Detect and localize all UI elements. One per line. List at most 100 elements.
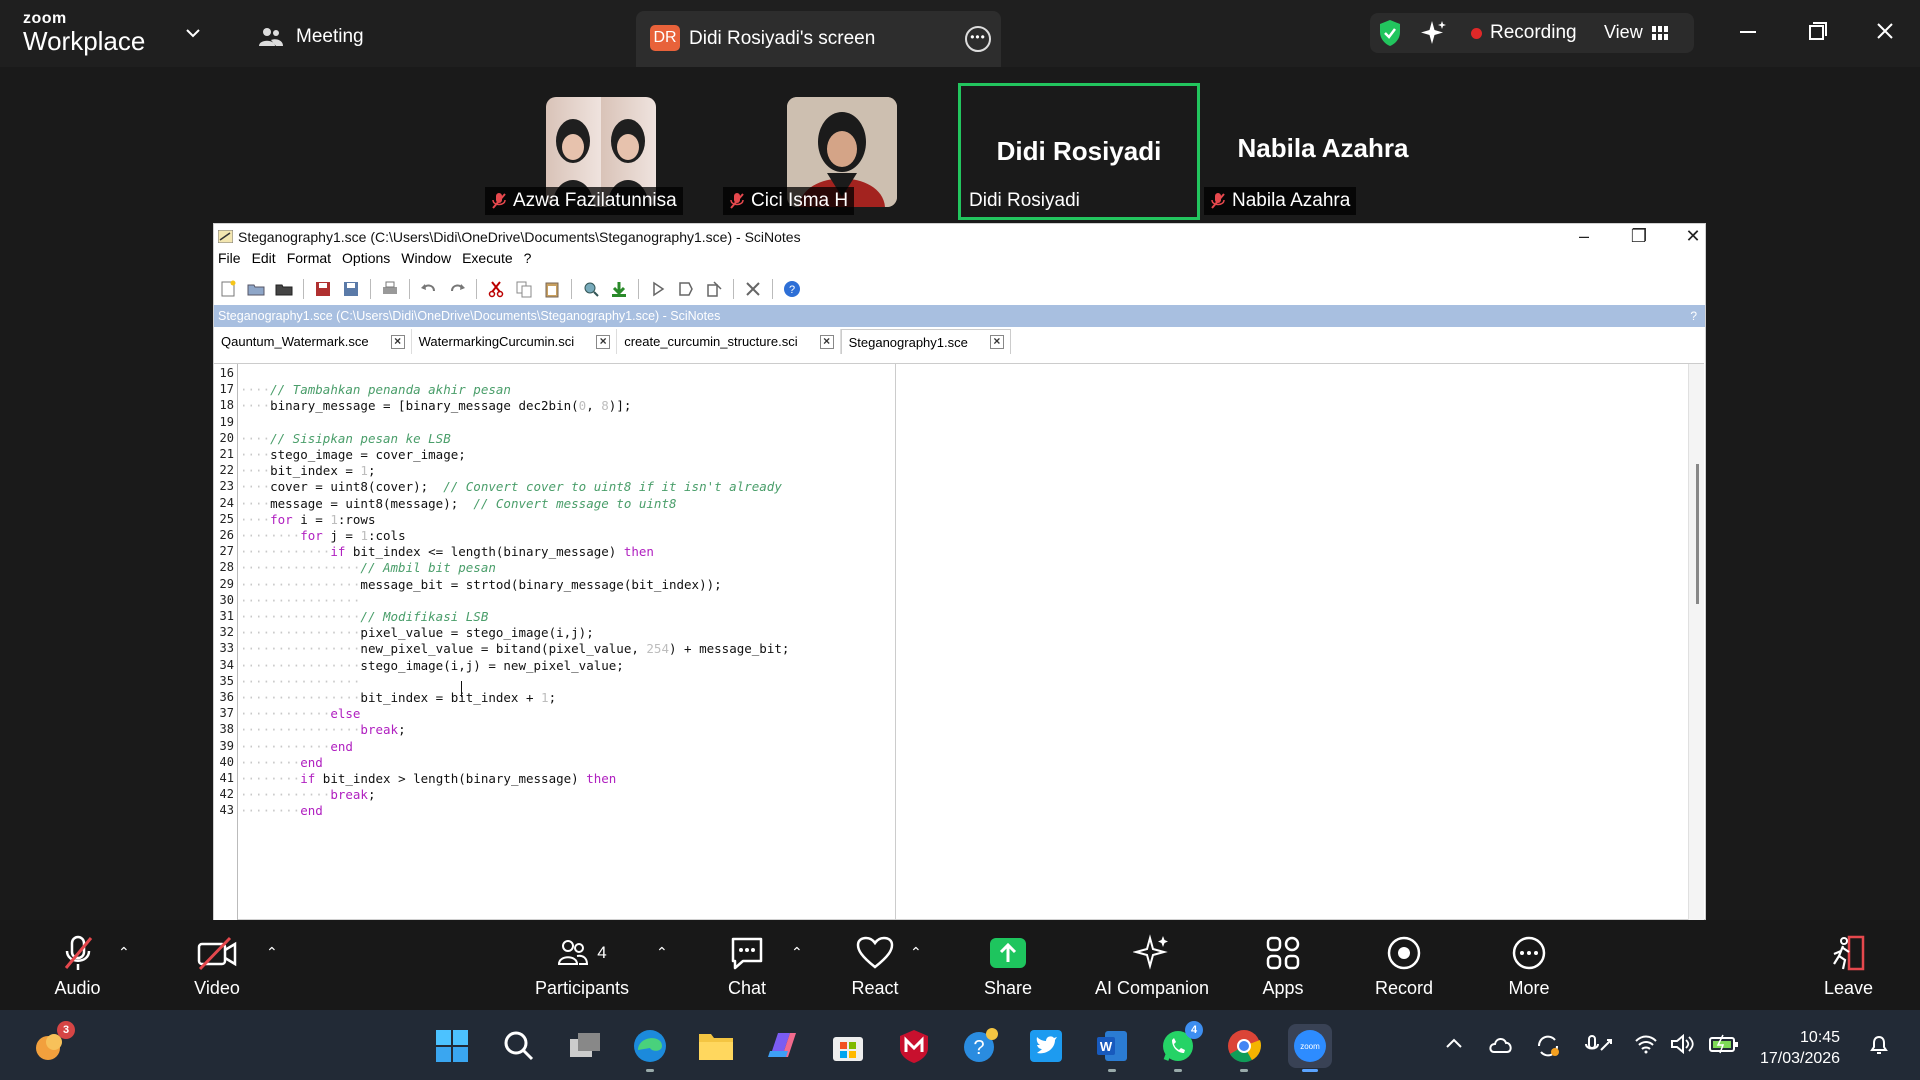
open-folder-icon[interactable] <box>273 279 295 299</box>
file-tab[interactable]: WatermarkingCurcumin.sci × <box>412 329 618 354</box>
sync-icon[interactable] <box>1535 1034 1561 1058</box>
meeting-button[interactable]: Meeting <box>258 26 364 48</box>
run-step-icon[interactable] <box>675 279 697 299</box>
onedrive-icon[interactable] <box>1488 1034 1514 1056</box>
apps-button[interactable]: Apps <box>1261 934 1305 999</box>
system-clock[interactable]: 10:45 17/03/2026 <box>1760 1027 1840 1069</box>
task-view-icon[interactable] <box>563 1024 607 1068</box>
file-explorer-icon[interactable] <box>694 1024 738 1068</box>
code-editor[interactable]: 16 17 18 19 20 21 22 23 24 25 26 27 28 29 30 31 32 33 34 35… <box>214 363 1704 920</box>
code-line[interactable]: ················ <box>240 593 360 608</box>
menu-help[interactable]: ? <box>524 250 532 270</box>
close-tab-icon[interactable]: × <box>390 334 405 349</box>
microphone-in-use-icon[interactable] <box>1585 1034 1613 1056</box>
code-line[interactable]: ············break; <box>240 787 375 802</box>
edge-browser-icon[interactable] <box>628 1024 672 1072</box>
scinotes-restore-icon[interactable]: ❐ <box>1614 224 1664 250</box>
code-line[interactable]: ················pixel_value = stego_imag… <box>240 625 594 640</box>
video-button[interactable]: Video <box>190 934 244 999</box>
code-line[interactable]: ····binary_message = [binary_message dec… <box>240 398 631 413</box>
code-line[interactable]: ········end <box>240 803 323 818</box>
code-line[interactable]: ················ <box>240 674 360 689</box>
scinotes-close-icon[interactable]: ✕ <box>1668 224 1718 250</box>
redo-icon[interactable] <box>446 279 468 299</box>
recording-indicator[interactable]: Recording <box>1471 22 1577 44</box>
copy-icon[interactable] <box>513 279 535 299</box>
code-line[interactable]: ············else <box>240 706 360 721</box>
chevron-up-icon[interactable]: ⌃ <box>118 944 130 961</box>
menu-execute[interactable]: Execute <box>462 250 513 270</box>
volume-icon[interactable] <box>1670 1034 1694 1054</box>
code-line[interactable]: ················break; <box>240 722 406 737</box>
file-tab[interactable]: create_curcumin_structure.sci × <box>617 329 841 354</box>
code-line[interactable]: ················new_pixel_value = bitand… <box>240 641 789 656</box>
chrome-icon[interactable] <box>1222 1024 1266 1072</box>
save-as-icon[interactable] <box>340 279 362 299</box>
menu-window[interactable]: Window <box>401 250 451 270</box>
code-line[interactable]: ················message_bit = strtod(bin… <box>240 577 722 592</box>
undo-icon[interactable] <box>418 279 440 299</box>
chevron-up-icon[interactable] <box>1444 1034 1464 1054</box>
weather-widget-icon[interactable]: 3 <box>28 1021 75 1068</box>
new-file-icon[interactable] <box>217 279 239 299</box>
copilot-icon[interactable] <box>760 1024 804 1068</box>
code-line[interactable]: ············end <box>240 739 353 754</box>
wifi-icon[interactable] <box>1634 1034 1658 1054</box>
cut-icon[interactable] <box>485 279 507 299</box>
code-line[interactable]: ········end <box>240 755 323 770</box>
battery-charging-icon[interactable] <box>1708 1034 1740 1054</box>
debug-icon[interactable] <box>703 279 725 299</box>
find-replace-icon[interactable] <box>580 279 602 299</box>
scrollbar-thumb[interactable] <box>1696 464 1699 604</box>
menu-edit[interactable]: Edit <box>252 250 276 270</box>
microsoft-store-icon[interactable] <box>826 1024 870 1068</box>
open-file-icon[interactable] <box>245 279 267 299</box>
chevron-down-icon[interactable] <box>183 26 203 40</box>
run-icon[interactable] <box>647 279 669 299</box>
execute-download-icon[interactable] <box>608 279 630 299</box>
menu-options[interactable]: Options <box>342 250 390 270</box>
start-windows-icon[interactable] <box>430 1024 474 1068</box>
file-tab[interactable]: Qauntum_Watermark.sce × <box>214 329 412 354</box>
search-icon[interactable] <box>497 1024 541 1068</box>
code-line[interactable]: ····for i = 1:rows <box>240 512 376 527</box>
scinotes-minimize-icon[interactable]: – <box>1559 224 1609 250</box>
view-button[interactable]: View <box>1604 22 1669 43</box>
close-tab-icon[interactable]: × <box>596 334 611 349</box>
code-line[interactable]: ········if bit_index > length(binary_mes… <box>240 771 616 786</box>
paste-icon[interactable] <box>541 279 563 299</box>
ai-sparkle-icon[interactable] <box>1420 19 1448 47</box>
close-tab-icon[interactable]: × <box>819 334 834 349</box>
code-line[interactable]: ················// Modifikasi LSB <box>240 609 488 624</box>
get-help-icon[interactable]: ? <box>958 1024 1002 1068</box>
code-line[interactable]: ····cover = uint8(cover); // Convert cov… <box>240 479 782 494</box>
active-speaker-tile[interactable]: Didi Rosiyadi Didi Rosiyadi <box>958 83 1200 220</box>
ai-companion-button[interactable]: AI Companion <box>1093 934 1211 999</box>
close-tab-icon[interactable]: × <box>989 335 1004 349</box>
participant-tile[interactable]: Nabila Azahra Nabila Azahra <box>1202 97 1444 218</box>
code-line[interactable]: ············if bit_index <= length(binar… <box>240 544 654 559</box>
close-icon[interactable] <box>1868 18 1902 46</box>
code-line[interactable]: ····// Sisipkan pesan ke LSB <box>240 431 451 446</box>
notification-bell-icon[interactable] <box>1868 1034 1890 1056</box>
more-button[interactable]: More <box>1504 934 1554 999</box>
share-button[interactable]: Share <box>983 934 1033 999</box>
whatsapp-icon[interactable]: 4 <box>1156 1021 1203 1072</box>
twitter-icon[interactable] <box>1024 1024 1068 1068</box>
record-button[interactable]: Record <box>1375 934 1433 999</box>
react-button[interactable]: React <box>851 934 899 999</box>
zoom-taskbar-icon[interactable]: zoom <box>1288 1024 1332 1072</box>
audio-button[interactable]: Audio <box>45 934 110 999</box>
editor-scrollbar[interactable] <box>1688 364 1704 920</box>
code-line[interactable]: ················stego_image(i,j) = new_p… <box>240 658 624 673</box>
participant-tile[interactable]: Cici Isma H <box>723 97 903 218</box>
code-line[interactable]: ················bit_index = bit_index + … <box>240 690 556 705</box>
leave-button[interactable]: Leave <box>1824 934 1873 999</box>
code-line[interactable]: ················// Ambil bit pesan <box>240 560 496 575</box>
menu-format[interactable]: Format <box>287 250 331 270</box>
participant-tile[interactable]: Azwa Fazilatunnisa <box>485 97 685 218</box>
chevron-up-icon[interactable]: ⌃ <box>910 944 922 961</box>
chevron-up-icon[interactable]: ⌃ <box>266 944 278 961</box>
participants-button[interactable]: 4 Participants <box>530 934 634 999</box>
chevron-up-icon[interactable]: ⌃ <box>791 944 803 961</box>
